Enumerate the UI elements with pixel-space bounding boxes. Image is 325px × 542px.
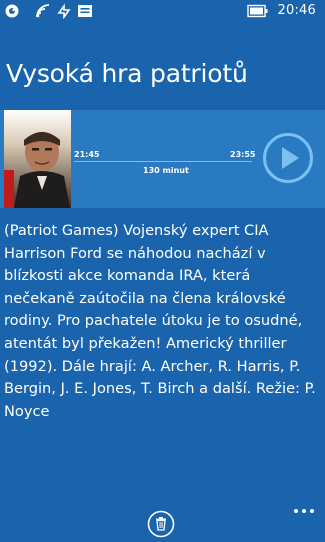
page-title: Vysoká hra patriotů [6, 59, 248, 88]
more-icon [294, 509, 314, 513]
app-notification-icon [4, 3, 20, 19]
status-bar: 20:46 [0, 0, 325, 22]
wifi-icon [35, 3, 51, 19]
battery-icon [247, 4, 269, 18]
end-time: 23:55 [230, 150, 256, 159]
movie-poster [4, 110, 71, 208]
program-card: 21:45 23:55 130 minut [0, 110, 325, 208]
app-bar [0, 506, 325, 542]
more-button[interactable] [291, 506, 317, 520]
data-connection-icon [56, 3, 72, 19]
program-description: (Patriot Games) Vojenský expert CIA Harr… [4, 222, 316, 420]
play-icon [263, 133, 313, 183]
program-progress-bar [74, 161, 252, 162]
delete-button[interactable] [147, 510, 175, 538]
start-time: 21:45 [74, 150, 100, 159]
duration: 130 minut [143, 166, 189, 175]
play-button[interactable] [262, 132, 314, 184]
delete-icon [147, 510, 175, 538]
message-icon [77, 3, 93, 19]
status-time: 20:46 [277, 3, 316, 18]
